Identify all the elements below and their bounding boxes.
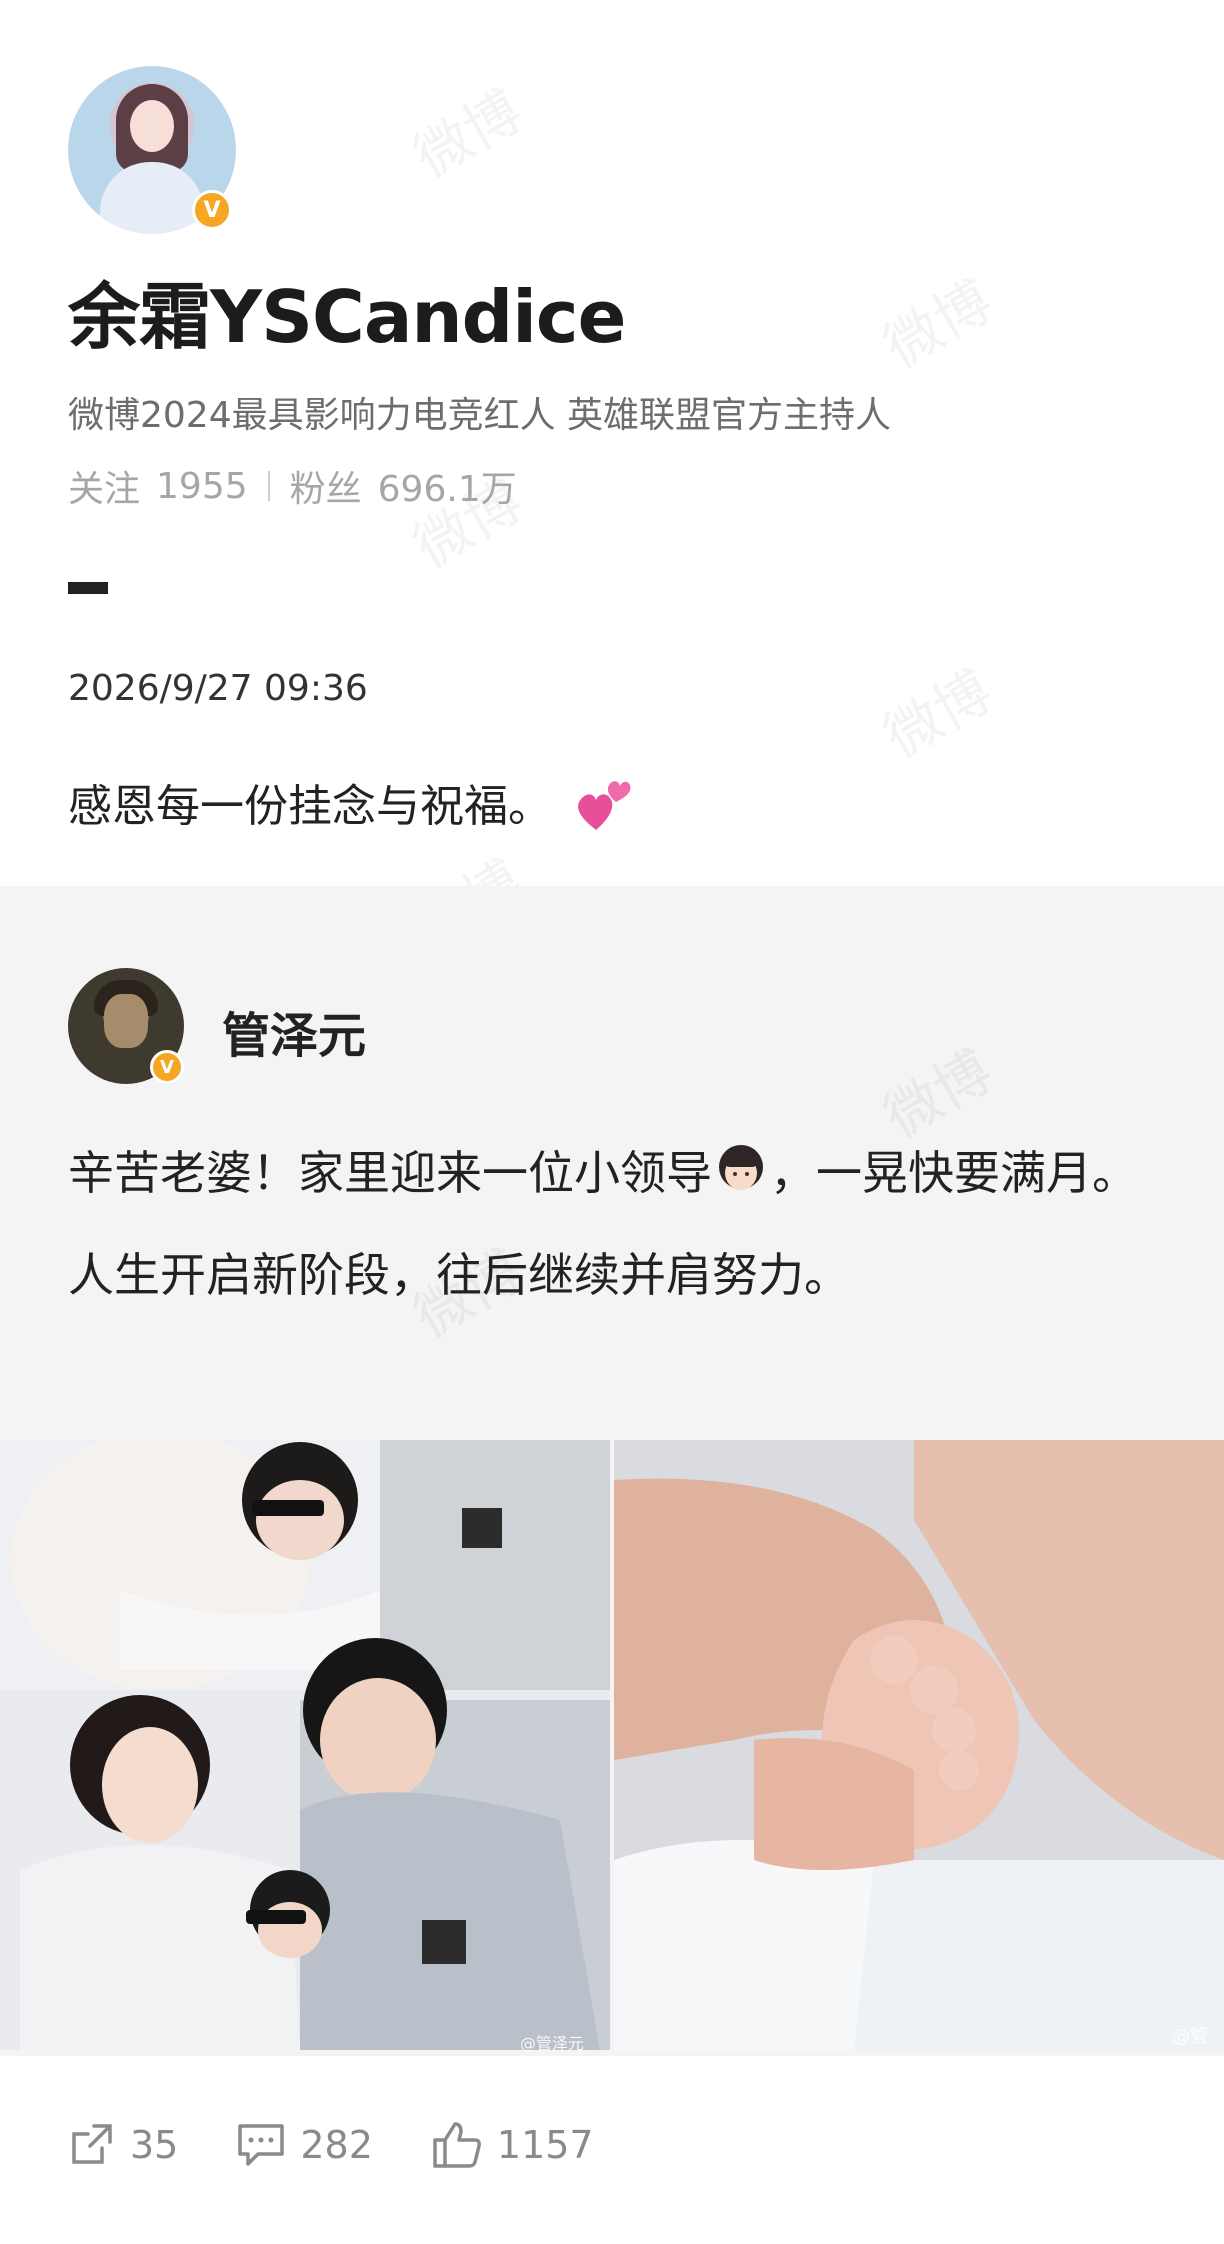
post-time: 2026/9/27 09:36 <box>68 668 368 709</box>
comment-button[interactable]: 282 <box>236 2122 373 2168</box>
image-watermark: @管 <box>1172 2026 1208 2047</box>
verified-badge-icon: V <box>150 1050 184 1084</box>
post-text-content: 感恩每一份挂念与祝福。 <box>68 781 552 832</box>
girl-emoji-icon <box>712 1128 770 1226</box>
thumbs-up-icon <box>433 2122 481 2168</box>
baby-hand-photo[interactable] <box>614 1440 1224 2050</box>
comment-count: 282 <box>300 2123 373 2167</box>
watermark-text: 微博 <box>867 647 1004 773</box>
repost-text-line1: 辛苦老婆！家里迎来一位小领导 <box>68 1146 712 1200</box>
post-text: 感恩每一份挂念与祝福。 <box>68 770 634 843</box>
followers-label[interactable]: 粉丝 <box>290 460 362 512</box>
image-watermark: @管泽元 <box>520 2034 585 2053</box>
following-count[interactable]: 1955 <box>156 466 248 507</box>
action-bar: 35 282 1157 <box>68 2120 652 2170</box>
watermark-text: 微博 <box>867 257 1004 383</box>
user-description: 微博2024最具影响力电竞红人 英雄联盟官方主持人 <box>68 395 892 436</box>
share-icon <box>72 2124 112 2164</box>
like-count: 1157 <box>496 2123 594 2167</box>
verified-badge-icon: V <box>192 190 232 230</box>
two-hearts-icon <box>574 776 634 843</box>
share-count: 35 <box>130 2123 179 2167</box>
follow-stats: 关注 1955 粉丝 696.1万 <box>68 460 517 512</box>
section-divider <box>68 582 108 594</box>
family-photo[interactable] <box>0 1440 610 2050</box>
repost-author[interactable]: 管泽元 <box>222 996 366 1066</box>
comment-icon <box>238 2124 285 2166</box>
user-name[interactable]: 余霜YSCandice <box>68 258 626 363</box>
stats-divider <box>267 471 270 501</box>
followers-count[interactable]: 696.1万 <box>378 460 517 512</box>
like-button[interactable]: 1157 <box>431 2120 594 2170</box>
repost-text: 辛苦老婆！家里迎来一位小领导 ，一晃快要满月。 人生开启新阶段，往后继续并肩努力。 <box>68 1124 1168 1324</box>
repost-text-line2: 人生开启新阶段，往后继续并肩努力。 <box>68 1247 850 1302</box>
repost-text-line1-end: ，一晃快要满月。 <box>770 1146 1138 1200</box>
share-button[interactable]: 35 <box>68 2122 178 2168</box>
following-label[interactable]: 关注 <box>68 460 140 512</box>
watermark-text: 微博 <box>397 67 534 193</box>
